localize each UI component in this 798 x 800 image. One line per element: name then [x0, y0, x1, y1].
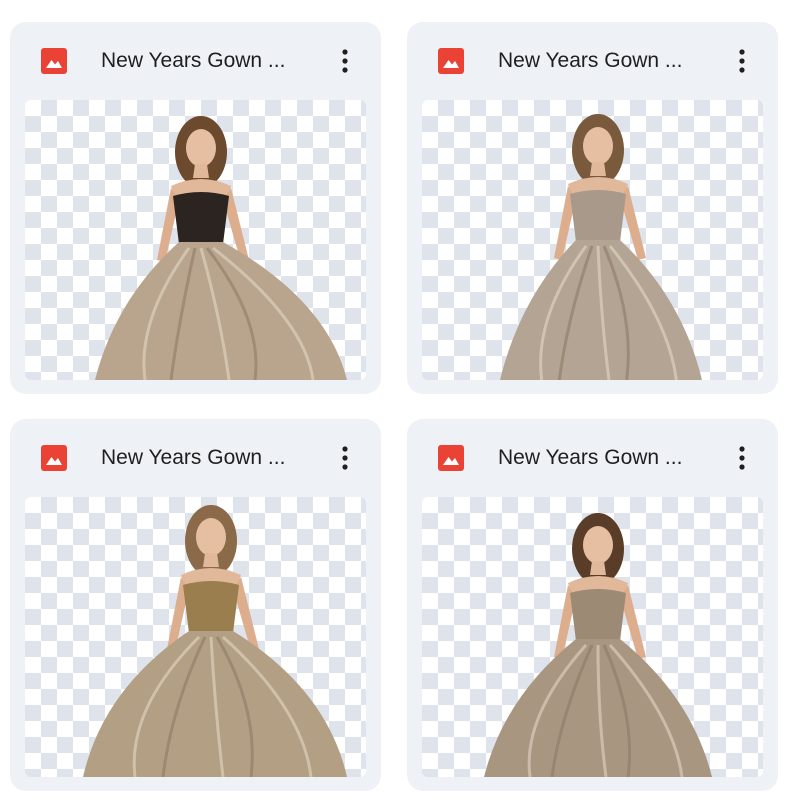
- image-file-icon: [41, 48, 67, 74]
- file-name: New Years Gown ...: [498, 446, 683, 469]
- card-header: New Years Gown ...: [10, 22, 381, 100]
- card-header: New Years Gown ...: [407, 419, 778, 497]
- image-file-icon: [41, 445, 67, 471]
- more-vert-icon: [342, 49, 348, 73]
- gown-image: [83, 505, 347, 777]
- image-thumbnail[interactable]: [25, 497, 366, 777]
- image-thumbnail[interactable]: [422, 497, 763, 777]
- card-header: New Years Gown ...: [10, 419, 381, 497]
- more-options-button[interactable]: [728, 42, 756, 80]
- file-card[interactable]: New Years Gown ...: [10, 22, 381, 394]
- more-options-button[interactable]: [728, 439, 756, 477]
- gown-image: [484, 513, 712, 777]
- gown-image: [500, 114, 702, 380]
- file-name: New Years Gown ...: [101, 446, 286, 469]
- file-card[interactable]: New Years Gown ...: [407, 22, 778, 394]
- card-header: New Years Gown ...: [407, 22, 778, 100]
- image-thumbnail[interactable]: [25, 100, 366, 380]
- more-options-button[interactable]: [331, 42, 359, 80]
- gown-image: [95, 116, 347, 380]
- more-vert-icon: [739, 49, 745, 73]
- file-card[interactable]: New Years Gown ...: [10, 419, 381, 791]
- image-thumbnail[interactable]: [422, 100, 763, 380]
- image-file-icon: [438, 445, 464, 471]
- more-options-button[interactable]: [331, 439, 359, 477]
- more-vert-icon: [342, 446, 348, 470]
- file-name: New Years Gown ...: [498, 49, 683, 72]
- image-file-icon: [438, 48, 464, 74]
- file-card[interactable]: New Years Gown ...: [407, 419, 778, 791]
- file-grid: New Years Gown ... New Years Gown ... Ne…: [0, 0, 798, 800]
- file-name: New Years Gown ...: [101, 49, 286, 72]
- more-vert-icon: [739, 446, 745, 470]
